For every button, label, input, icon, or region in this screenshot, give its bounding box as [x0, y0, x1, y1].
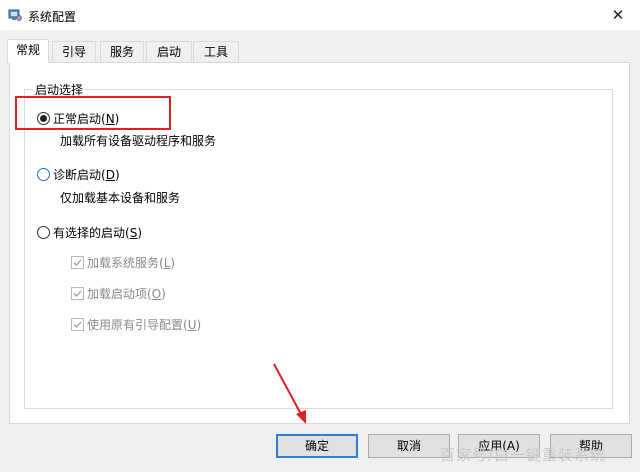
annotation-arrow-icon [273, 363, 306, 424]
watermark-text: 百家号/白一键重装系统 [440, 446, 607, 464]
checkmark-icon [73, 321, 82, 328]
tab-services[interactable]: 服务 [100, 41, 144, 62]
selective-startup-radio[interactable] [37, 226, 50, 239]
title-bar: 系统配置 ✕ [0, 0, 640, 30]
system-config-app-icon [8, 8, 22, 22]
normal-startup-description: 加载所有设备驱动程序和服务 [60, 134, 217, 148]
use-original-boot-config-label: 使用原有引导配置(U) [87, 318, 202, 332]
annotation-highlight-box [15, 96, 171, 130]
diagnostic-startup-label[interactable]: 诊断启动(D) [53, 166, 120, 183]
tab-general[interactable]: 常规 [7, 39, 49, 63]
diagnostic-startup-radio[interactable] [37, 168, 50, 181]
tab-startup[interactable]: 启动 [146, 41, 192, 62]
load-system-services-label: 加载系统服务(L) [87, 256, 176, 270]
tab-strip: 常规 引导 服务 启动 工具 [0, 39, 640, 63]
load-system-services-checkbox[interactable] [71, 256, 84, 269]
checkmark-icon [73, 259, 82, 266]
load-startup-items-label: 加载启动项(O) [87, 287, 166, 301]
load-startup-items-checkbox[interactable] [71, 287, 84, 300]
startup-selection-group: 启动选择 正常启动(N) 加载所有设备驱动程序和服务 诊断启动(D) 仅加载基本… [24, 81, 613, 409]
close-icon: ✕ [611, 6, 625, 24]
selective-startup-label[interactable]: 有选择的启动(S) [53, 224, 142, 241]
close-button[interactable]: ✕ [596, 0, 640, 30]
tab-boot[interactable]: 引导 [52, 41, 96, 62]
checkmark-icon [73, 290, 82, 297]
use-original-boot-config-checkbox[interactable] [71, 318, 84, 331]
cancel-button[interactable]: 取消 [368, 434, 450, 458]
window-title: 系统配置 [28, 10, 77, 24]
ok-button[interactable]: 确定 [276, 434, 358, 458]
tab-tools[interactable]: 工具 [193, 41, 239, 62]
diagnostic-startup-description: 仅加载基本设备和服务 [60, 191, 181, 205]
